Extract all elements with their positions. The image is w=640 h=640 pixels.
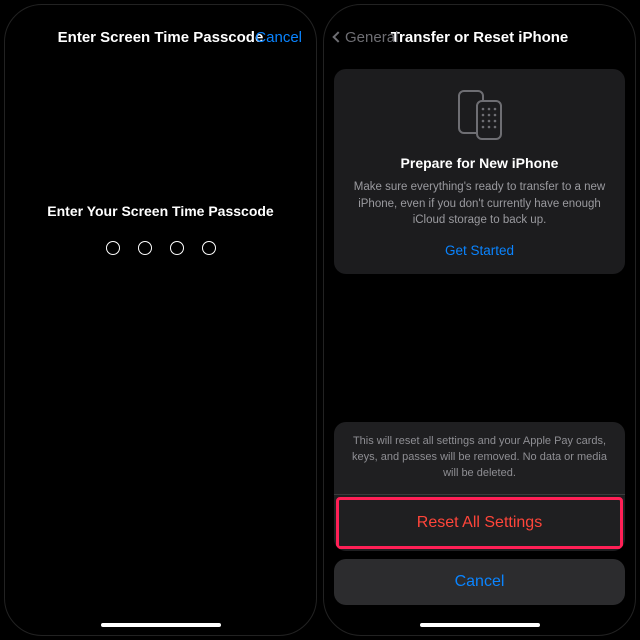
action-sheet: This will reset all settings and your Ap… — [334, 422, 625, 605]
action-sheet-message: This will reset all settings and your Ap… — [334, 422, 625, 495]
nav-title: Transfer or Reset iPhone — [391, 29, 569, 46]
card-title: Prepare for New iPhone — [348, 155, 611, 171]
passcode-dot — [138, 241, 152, 255]
reset-all-settings-button[interactable]: Reset All Settings — [336, 497, 623, 549]
chevron-left-icon — [332, 31, 343, 42]
back-label: General — [345, 29, 398, 46]
navbar: Enter Screen Time Passcode Cancel — [5, 15, 316, 59]
screen-passcode: Enter Screen Time Passcode Cancel Enter … — [4, 4, 317, 636]
screen-reset: General Transfer or Reset iPhone Prepare… — [323, 4, 636, 636]
home-indicator[interactable] — [101, 623, 221, 627]
passcode-dots[interactable] — [106, 241, 216, 255]
home-indicator[interactable] — [420, 623, 540, 627]
action-sheet-group: This will reset all settings and your Ap… — [334, 422, 625, 551]
prepare-card: Prepare for New iPhone Make sure everyth… — [334, 69, 625, 274]
device-transfer-icon — [348, 87, 611, 143]
passcode-dot — [170, 241, 184, 255]
get-started-button[interactable]: Get Started — [348, 243, 611, 258]
navbar: General Transfer or Reset iPhone — [324, 15, 635, 59]
cancel-button[interactable]: Cancel — [334, 559, 625, 605]
passcode-area: Enter Your Screen Time Passcode — [5, 59, 316, 635]
back-button[interactable]: General — [334, 29, 398, 46]
card-desc: Make sure everything's ready to transfer… — [348, 179, 611, 229]
cancel-button[interactable]: Cancel — [255, 29, 302, 46]
passcode-dot — [202, 241, 216, 255]
nav-title: Enter Screen Time Passcode — [58, 29, 264, 46]
content: Prepare for New iPhone Make sure everyth… — [324, 59, 635, 635]
passcode-dot — [106, 241, 120, 255]
passcode-prompt: Enter Your Screen Time Passcode — [47, 203, 273, 219]
